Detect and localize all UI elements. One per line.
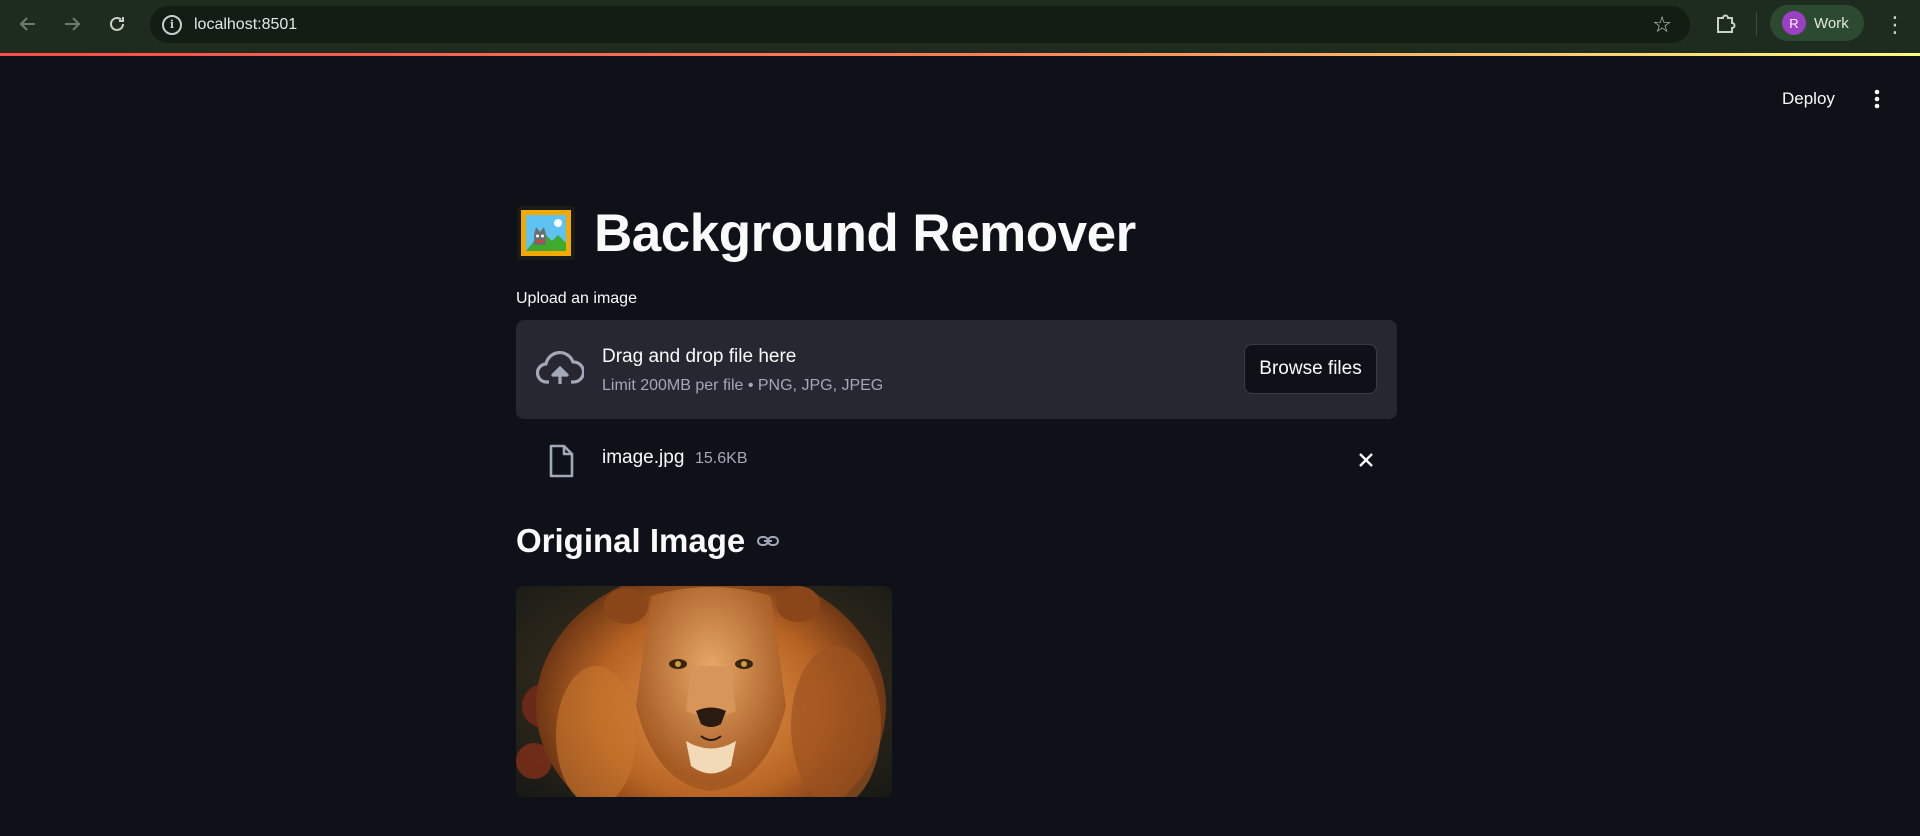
extensions-icon[interactable] (1710, 10, 1740, 40)
uploaded-file-size: 15.6KB (695, 450, 748, 467)
avatar: R (1782, 11, 1806, 35)
page-title: Background Remover (594, 203, 1136, 263)
upload-label: Upload an image (516, 290, 637, 307)
dropzone-limit-text: Limit 200MB per file • PNG, JPG, JPEG (602, 377, 884, 394)
link-icon[interactable] (755, 528, 781, 554)
profile-chip[interactable]: R Work (1770, 5, 1864, 41)
url-text[interactable]: localhost:8501 (194, 16, 297, 34)
cloud-upload-icon (535, 348, 586, 392)
original-image-heading-row: Original Image (516, 522, 781, 560)
profile-name: Work (1814, 14, 1849, 32)
back-arrow-icon[interactable] (12, 8, 44, 40)
toolbar-separator (1756, 12, 1757, 36)
section-title: Original Image (516, 522, 746, 559)
reload-icon[interactable] (101, 8, 133, 40)
browse-files-button[interactable]: Browse files (1244, 344, 1377, 394)
close-icon[interactable] (1352, 446, 1380, 474)
browser-toolbar: i localhost:8501 ☆ R Work ⋮ (0, 0, 1920, 53)
deploy-button[interactable]: Deploy (1770, 84, 1847, 114)
framed-picture-emoji (516, 205, 576, 261)
app-menu-icon[interactable] (1862, 84, 1892, 114)
address-bar[interactable]: i localhost:8501 ☆ (150, 6, 1690, 43)
bookmark-star-icon[interactable]: ☆ (1652, 12, 1672, 38)
original-image (516, 586, 892, 797)
page-title-row: Background Remover (516, 200, 1136, 266)
uploaded-file-name: image.jpg (602, 447, 685, 468)
dropzone-title: Drag and drop file here (602, 346, 797, 367)
forward-arrow-icon[interactable] (56, 8, 88, 40)
file-dropzone[interactable]: Drag and drop file here Limit 200MB per … (516, 320, 1397, 419)
browser-menu-icon[interactable]: ⋮ (1880, 10, 1910, 40)
app-decoration-bar (0, 53, 1920, 56)
file-icon (546, 444, 576, 478)
uploaded-file-row: image.jpg 15.6KB (516, 436, 1397, 482)
site-info-icon[interactable]: i (162, 14, 182, 35)
